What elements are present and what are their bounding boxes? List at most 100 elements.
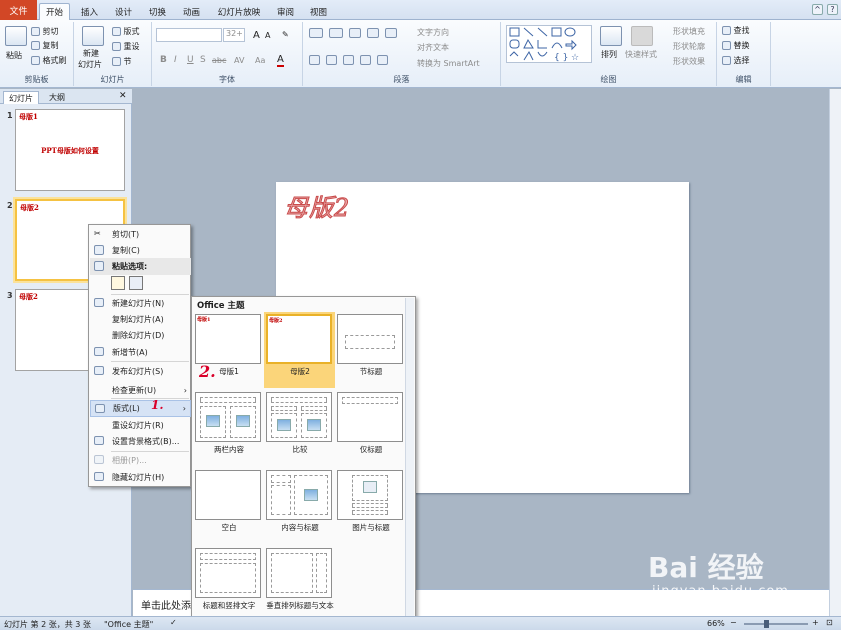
tab-home[interactable]: 开始 [39, 3, 70, 20]
zoom-out-icon[interactable]: − [730, 618, 737, 627]
tab-animations[interactable]: 动画 [176, 3, 207, 20]
paste-picture-icon[interactable] [129, 276, 143, 290]
numbering-icon[interactable] [329, 28, 343, 38]
help-icon[interactable]: ? [827, 4, 838, 15]
char-spacing-button[interactable]: AV [234, 56, 244, 65]
shape-fill-button[interactable]: 形状填充 [673, 26, 705, 37]
tab-outline[interactable]: 大纲 [42, 91, 72, 104]
increase-indent-icon[interactable] [367, 28, 379, 38]
menu-cut[interactable]: ✂ 剪切(T) [90, 226, 191, 243]
clear-format-icon[interactable]: ✎ [282, 30, 289, 39]
slide-thumbnail-1[interactable]: 母版1 PPT母版如何设置 [15, 109, 125, 191]
menu-hide-slide[interactable]: 隐藏幻灯片(H) [90, 469, 191, 486]
minimize-ribbon-icon[interactable]: ^ [812, 4, 823, 15]
italic-button[interactable]: I [174, 55, 177, 65]
font-size-box[interactable]: 32+ [223, 28, 245, 42]
font-color-button[interactable]: A [277, 54, 284, 67]
reset-button[interactable]: 重设 [112, 41, 140, 52]
layout-item-vertical-title-text[interactable]: 垂直排列标题与文本 [264, 546, 335, 622]
shapes-gallery[interactable]: { } ☆ [506, 25, 592, 63]
bold-button[interactable]: B [160, 55, 167, 65]
align-text-button[interactable]: 对齐文本 [417, 42, 449, 53]
shrink-font-icon[interactable]: A [265, 31, 270, 40]
layout-item-comparison[interactable]: 比较 [264, 390, 335, 466]
layout-item-title-vertical-text[interactable]: 标题和竖排文字 [193, 546, 264, 622]
align-right-icon[interactable] [343, 55, 354, 65]
list-buttons [309, 28, 409, 40]
vertical-scrollbar[interactable] [829, 89, 841, 616]
slide-title[interactable]: 母版2 [283, 188, 350, 223]
strikethrough-button[interactable]: abc [212, 56, 226, 65]
section-button[interactable]: 节 [112, 56, 132, 67]
menu-layout[interactable]: 版式(L) 1. › [90, 398, 191, 417]
gallery-scrollbar[interactable] [405, 298, 414, 624]
close-panel-icon[interactable]: ✕ [119, 91, 127, 101]
replace-icon [722, 41, 731, 50]
grow-font-icon[interactable]: A [253, 30, 260, 41]
tab-slideshow[interactable]: 幻灯片放映 [213, 3, 265, 20]
justify-icon[interactable] [360, 55, 371, 65]
layout-item-content-with-caption[interactable]: 内容与标题 [264, 468, 335, 544]
smartart-button[interactable]: 转换为 SmartArt [417, 58, 480, 69]
shape-outline-button[interactable]: 形状轮廓 [673, 41, 705, 52]
decrease-indent-icon[interactable] [349, 28, 361, 38]
content-icon [236, 415, 250, 427]
arrange-button[interactable]: 排列 [601, 49, 617, 60]
menu-delete-slide[interactable]: 删除幻灯片(D) [90, 327, 191, 344]
layout-item-blank[interactable]: 空白 [193, 468, 264, 544]
quick-styles-button[interactable]: 快速样式 [625, 49, 657, 60]
copy-button[interactable]: 复制 [31, 40, 59, 51]
menu-duplicate-slide[interactable]: 复制幻灯片(A) [90, 311, 191, 328]
layout-item-picture-with-caption[interactable]: 图片与标题 [335, 468, 406, 544]
new-slide-button[interactable]: 新建 [83, 48, 99, 59]
select-button[interactable]: 选择 [722, 55, 750, 66]
tab-file[interactable]: 文件 [0, 0, 37, 20]
font-name-box[interactable] [156, 28, 222, 42]
zoom-slider-thumb[interactable] [764, 620, 769, 628]
menu-copy[interactable]: 复制(C) [90, 242, 191, 259]
new-slide-dropdown[interactable]: 幻灯片 [78, 59, 102, 70]
layout-item-master1[interactable]: 母版1 母版1 2. [193, 312, 264, 388]
text-direction-button[interactable]: 文字方向 [417, 27, 449, 38]
menu-add-section[interactable]: 新增节(A) [90, 344, 191, 361]
bullets-icon[interactable] [309, 28, 323, 38]
find-button[interactable]: 查找 [722, 25, 750, 36]
menu-check-updates[interactable]: 检查更新(U) › [90, 382, 191, 399]
layout-label: 节标题 [359, 367, 383, 376]
menu-format-background[interactable]: 设置背景格式(B)... [90, 433, 191, 450]
align-left-icon[interactable] [309, 55, 320, 65]
layout-item-section-header[interactable]: 节标题 [335, 312, 406, 388]
zoom-in-icon[interactable]: + [812, 618, 819, 627]
tab-view[interactable]: 视图 [303, 3, 334, 20]
change-case-button[interactable]: Aa [255, 56, 265, 65]
cut-button[interactable]: 剪切 [31, 26, 59, 37]
tab-review[interactable]: 审阅 [270, 3, 301, 20]
zoom-slider[interactable] [744, 623, 808, 625]
line-spacing-icon[interactable] [385, 28, 397, 38]
replace-button[interactable]: 替换 [722, 40, 750, 51]
paste-keep-theme-icon[interactable] [111, 276, 125, 290]
format-painter-button[interactable]: 格式刷 [31, 55, 67, 66]
zoom-level[interactable]: 66% [707, 619, 725, 628]
tab-transitions[interactable]: 切换 [142, 3, 173, 20]
spellcheck-icon[interactable]: ✓ [170, 618, 177, 627]
tab-insert[interactable]: 插入 [74, 3, 105, 20]
columns-icon[interactable] [377, 55, 388, 65]
clipboard-group: 粘贴 剪切 复制 格式刷 剪贴板 [0, 22, 74, 86]
fit-slide-icon[interactable]: ⊡ [826, 618, 833, 627]
paste-button[interactable]: 粘贴 [6, 50, 22, 61]
layout-item-two-content[interactable]: 两栏内容 [193, 390, 264, 466]
layout-item-master2[interactable]: 母版2 母版2 [264, 312, 335, 388]
shape-effects-button[interactable]: 形状效果 [673, 56, 705, 67]
align-center-icon[interactable] [326, 55, 337, 65]
underline-button[interactable]: U [187, 55, 194, 65]
menu-reset-slide[interactable]: 重设幻灯片(R) [90, 417, 191, 434]
layout-item-title-only[interactable]: 仅标题 [335, 390, 406, 466]
submenu-arrow-icon: › [182, 404, 186, 413]
tab-slides[interactable]: 幻灯片 [3, 91, 39, 104]
menu-new-slide[interactable]: 新建幻灯片(N) [90, 295, 191, 312]
tab-design[interactable]: 设计 [108, 3, 139, 20]
menu-publish-slides[interactable]: 发布幻灯片(S) [90, 363, 191, 380]
layout-button[interactable]: 版式 [112, 26, 140, 37]
shadow-button[interactable]: S [200, 55, 206, 65]
